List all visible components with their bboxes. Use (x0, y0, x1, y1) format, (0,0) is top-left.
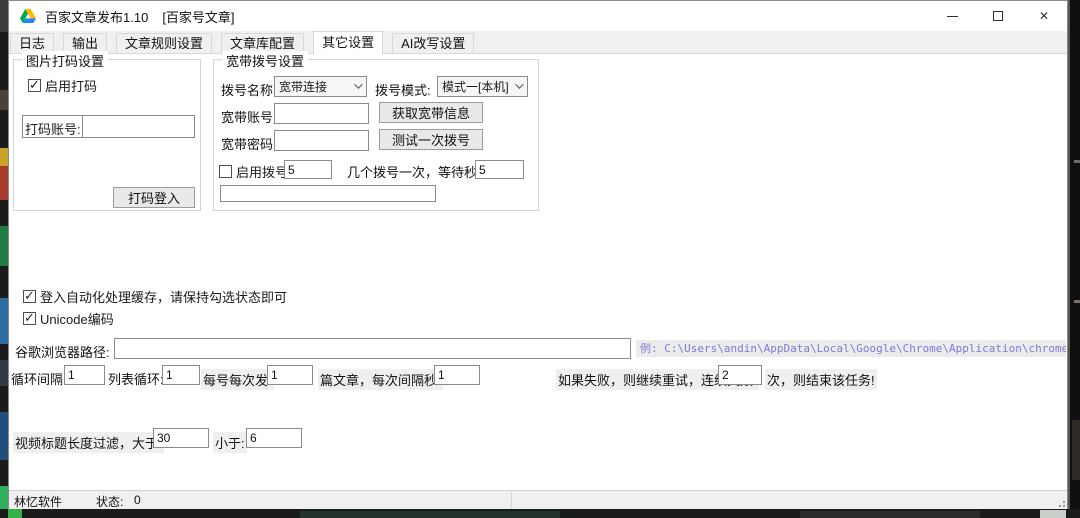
loop-interval-input[interactable] (64, 365, 105, 385)
enable-dial-checkbox[interactable] (219, 165, 232, 178)
browser-path-example: 例: C:\Users\andin\AppData\Local\Google\C… (636, 340, 1066, 357)
tab-article-rules[interactable]: 文章规则设置 (116, 33, 212, 53)
dial-mode-label: 拨号模式: (375, 80, 431, 99)
broadband-account-label: 宽带账号: (221, 107, 277, 126)
desktop-background-left (0, 0, 8, 518)
dial-name-select[interactable]: 宽带连接 (274, 76, 367, 97)
tab-log[interactable]: 日志 (10, 33, 54, 53)
get-broadband-info-button[interactable]: 获取宽带信息 (379, 102, 483, 123)
captcha-account-field: 打码账号: (22, 115, 195, 138)
window-subtitle: [百家号文章] (162, 7, 234, 26)
status-label: 状态: (96, 493, 123, 510)
browser-path-input[interactable] (114, 338, 631, 359)
video-title-less-label: 小于: (213, 432, 247, 453)
minimize-button[interactable] (929, 1, 975, 31)
statusbar-divider (511, 492, 512, 509)
captcha-account-input[interactable] (82, 116, 194, 137)
fail-retry-suffix-label: 次，则结束该任务! (765, 369, 877, 390)
browser-path-label: 谷歌浏览器路径: (15, 342, 110, 361)
tab-strip: 日志 输出 文章规则设置 文章库配置 其它设置 AI改写设置 (9, 31, 1067, 54)
loop-interval-label: 循环间隔: (11, 369, 67, 388)
broadband-password-input[interactable] (274, 130, 369, 151)
cache-checkbox-label: 登入自动化处理缓存，请保持勾选状态即可 (40, 287, 287, 306)
tab-article-library[interactable]: 文章库配置 (221, 33, 304, 53)
list-loop-input[interactable] (162, 365, 200, 385)
dial-wait-input[interactable] (475, 160, 524, 179)
per-account-send-input[interactable] (267, 365, 313, 385)
app-icon (20, 8, 36, 24)
status-bar: 林忆软件 状态: 0 (9, 490, 1067, 509)
resize-grip[interactable] (1055, 497, 1065, 507)
maximize-button[interactable] (975, 1, 1021, 31)
window-title: 百家文章发布1.10 (45, 7, 148, 26)
tab-other-settings[interactable]: 其它设置 (313, 31, 383, 54)
cache-checkbox[interactable] (23, 290, 36, 303)
status-value: 0 (134, 493, 141, 507)
tab-ai-rewrite[interactable]: AI改写设置 (392, 33, 474, 53)
video-title-less-input[interactable] (246, 428, 302, 448)
dial-batch-input[interactable] (284, 160, 332, 179)
tab-output[interactable]: 输出 (63, 33, 107, 53)
title-bar: 百家文章发布1.10 [百家号文章] ✕ (9, 1, 1067, 31)
minimize-icon (947, 16, 958, 17)
app-window: 百家文章发布1.10 [百家号文章] ✕ 日志 输出 文章规则设置 文章库配置 … (8, 0, 1068, 509)
fail-retry-input[interactable] (718, 365, 762, 385)
enable-dial-label: 启用拨号 (236, 162, 288, 181)
article-gap-input[interactable] (434, 365, 480, 385)
maximize-icon (993, 11, 1003, 21)
per-account-send-label: 每号每次发: (201, 369, 274, 390)
close-icon: ✕ (1039, 9, 1049, 23)
close-button[interactable]: ✕ (1021, 1, 1067, 31)
chevron-down-icon (354, 80, 362, 88)
dial-name-value: 宽带连接 (279, 78, 327, 95)
captcha-settings-group: 图片打码设置 启用打码 打码账号: 打码登入 (13, 59, 201, 211)
captcha-group-title: 图片打码设置 (22, 51, 108, 70)
captcha-login-button[interactable]: 打码登入 (113, 187, 195, 208)
enable-captcha-label: 启用打码 (45, 76, 97, 95)
brand-label: 林忆软件 (14, 493, 62, 510)
desktop-background-right (1068, 0, 1080, 518)
chevron-down-icon (515, 80, 523, 88)
video-title-greater-input[interactable] (153, 428, 209, 448)
dial-mode-value: 模式一[本机] (442, 78, 509, 95)
dial-extra-input[interactable] (220, 185, 436, 202)
desktop-background-bottom (0, 509, 1080, 518)
list-loop-label: 列表循环: (108, 369, 164, 388)
enable-captcha-checkbox[interactable] (28, 79, 41, 92)
dial-group-title: 宽带拨号设置 (222, 51, 308, 70)
broadband-account-input[interactable] (274, 103, 369, 124)
other-settings-panel: 图片打码设置 启用打码 打码账号: 打码登入 宽带拨号设置 拨号名称: 宽带连接… (9, 54, 1067, 491)
broadband-dial-group: 宽带拨号设置 拨号名称: 宽带连接 拨号模式: 模式一[本机] 宽带账号: 获取… (213, 59, 539, 211)
article-gap-label: 篇文章，每次间隔秒: (318, 369, 443, 390)
broadband-password-label: 宽带密码: (221, 134, 277, 153)
captcha-account-label: 打码账号: (23, 116, 82, 137)
unicode-checkbox-label: Unicode编码 (40, 309, 114, 328)
video-title-filter-label: 视频标题长度过滤，大于: (13, 432, 164, 453)
unicode-checkbox[interactable] (23, 312, 36, 325)
dial-mode-select[interactable]: 模式一[本机] (437, 76, 528, 97)
dial-wait-label: 几个拨号一次，等待秒: (347, 162, 481, 181)
dial-name-label: 拨号名称: (221, 80, 277, 99)
test-dial-button[interactable]: 测试一次拨号 (379, 129, 483, 150)
